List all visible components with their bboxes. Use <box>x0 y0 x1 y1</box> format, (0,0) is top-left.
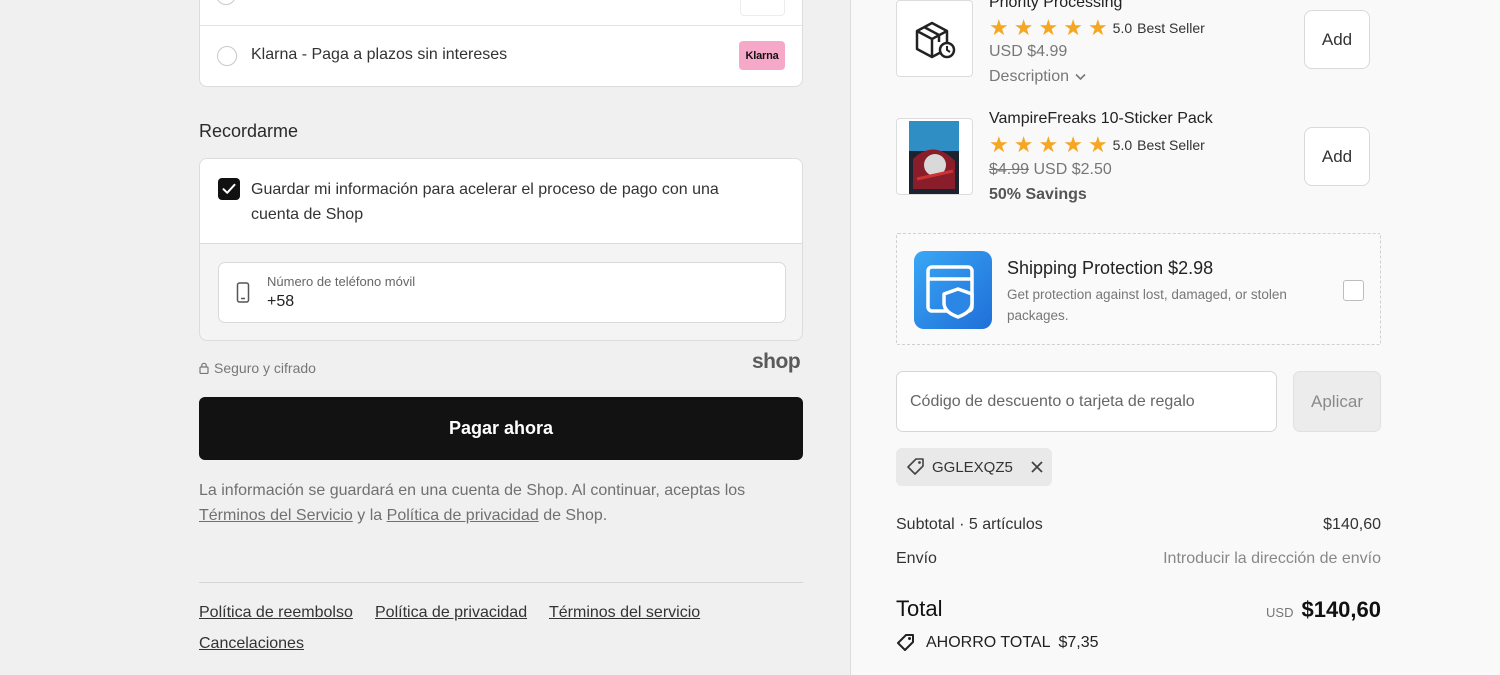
applied-discount-chip: GGLEXQZ5 <box>896 448 1052 486</box>
total-currency: USD <box>1266 605 1294 620</box>
payment-option-previous[interactable] <box>200 0 802 26</box>
shipping-value: Introducir la dirección de envío <box>1163 550 1381 567</box>
star-icon: ★ <box>1087 132 1108 157</box>
star-icon: ★ <box>989 15 1009 40</box>
rating-value: 5.0 <box>1112 137 1133 153</box>
remember-me-checkbox[interactable] <box>218 178 240 200</box>
payment-options-box: Klarna - Paga a plazos sin intereses Kla… <box>199 0 803 87</box>
star-icon: ★ <box>989 132 1009 157</box>
star-icon: ★ <box>1063 132 1083 157</box>
mobile-phone-input[interactable]: +58 <box>267 293 294 311</box>
discount-code-input[interactable]: Código de descuento o tarjeta de regalo <box>896 371 1277 432</box>
klarna-radio[interactable] <box>217 46 237 66</box>
shipping-protection-description: Get protection against lost, damaged, or… <box>1007 287 1287 323</box>
star-icon: ★ <box>1013 15 1034 40</box>
legal-text: La información se guardará en una cuenta… <box>199 482 746 499</box>
total-amount: $140,60 <box>1301 597 1381 622</box>
remember-section-title: Recordarme <box>199 121 299 141</box>
product-rating: ★ ★ ★ ★ ★ 5.0 Best Seller <box>989 17 1205 39</box>
add-priority-processing-button[interactable]: Add <box>1304 10 1370 69</box>
terms-of-service-link[interactable]: Términos del Servicio <box>199 507 353 524</box>
best-seller-badge: Best Seller <box>1137 20 1205 36</box>
mobile-phone-icon <box>236 282 250 303</box>
secure-encrypted-note: Seguro y cifrado <box>199 360 316 376</box>
rating-value: 5.0 <box>1112 20 1133 36</box>
shop-logo: shop <box>752 350 801 373</box>
tag-savings-icon <box>897 634 914 651</box>
savings-label: AHORRO TOTAL <box>926 634 1051 651</box>
total-label: Total <box>896 596 943 621</box>
mobile-phone-label: Número de teléfono móvil <box>267 274 416 289</box>
mobile-phone-field[interactable]: Número de teléfono móvil +58 <box>218 262 786 323</box>
subtotal-value: $140,60 <box>1323 516 1381 533</box>
package-clock-icon <box>915 21 956 59</box>
klarna-option-label[interactable]: Klarna - Paga a plazos sin intereses <box>251 46 507 64</box>
discount-code: GGLEXQZ5 <box>932 458 1013 476</box>
payment-option-badge <box>740 0 785 16</box>
remember-me-box: Guardar mi información para acelerar el … <box>199 158 803 341</box>
shipping-protection-card[interactable]: Shipping Protection $2.98 Get protection… <box>896 233 1381 345</box>
original-price: $4.99 <box>989 161 1030 178</box>
privacy-policy-link[interactable]: Política de privacidad <box>387 507 539 524</box>
footer-link-privacy-policy[interactable]: Política de privacidad <box>375 604 527 622</box>
product-price-row: $4.99 USD $2.50 <box>989 161 1112 179</box>
shipping-protection-title: Shipping Protection $2.98 <box>1007 258 1214 278</box>
lock-icon <box>199 362 209 374</box>
remember-me-row[interactable]: Guardar mi información para acelerar el … <box>200 159 802 244</box>
chevron-down-icon <box>1075 73 1086 81</box>
legal-conjunction: y la <box>357 507 383 524</box>
sale-price: USD $2.50 <box>1033 161 1112 178</box>
remember-me-label: Guardar mi información para acelerar el … <box>251 181 719 223</box>
subtotal-label: Subtotal · 5 artículos <box>896 516 1043 533</box>
shipping-protection-icon <box>914 251 992 329</box>
shipping-label: Envío <box>896 550 937 567</box>
footer-link-refund-policy[interactable]: Política de reembolso <box>199 604 353 622</box>
total-value: USD $140,60 <box>1266 597 1381 623</box>
savings-label: 50% Savings <box>989 186 1087 203</box>
footer-link-cancellations[interactable]: Cancelaciones <box>199 635 304 653</box>
product-name: VampireFreaks 10-Sticker Pack <box>989 110 1213 127</box>
star-icon: ★ <box>1038 15 1059 40</box>
best-seller-badge: Best Seller <box>1137 137 1205 153</box>
product-price: USD $4.99 <box>989 43 1068 60</box>
star-icon: ★ <box>1013 132 1034 157</box>
klarna-logo: Klarna <box>739 41 785 70</box>
total-savings: AHORRO TOTAL $7,35 <box>896 633 1099 653</box>
add-sticker-pack-button[interactable]: Add <box>1304 127 1370 186</box>
payment-option-radio[interactable] <box>216 0 236 5</box>
checkmark-icon <box>222 183 236 194</box>
sticker-pack-image <box>909 121 959 194</box>
checkout-main-column: Klarna - Paga a plazos sin intereses Kla… <box>0 0 850 675</box>
legal-text-end: de Shop. <box>543 507 608 524</box>
remove-discount-icon[interactable] <box>1029 459 1045 475</box>
product-thumbnail-priority-processing <box>896 0 973 77</box>
shipping-protection-checkbox[interactable] <box>1343 280 1364 301</box>
star-icon: ★ <box>1087 15 1108 40</box>
savings-value: $7,35 <box>1058 634 1099 651</box>
product-rating: ★ ★ ★ ★ ★ 5.0 Best Seller <box>989 134 1205 156</box>
footer-divider <box>199 582 803 583</box>
secure-text: Seguro y cifrado <box>214 360 316 376</box>
footer-link-terms-of-service[interactable]: Términos del servicio <box>549 604 700 622</box>
product-name: Priority Processing <box>989 0 1123 11</box>
tag-icon <box>907 458 924 475</box>
product-description-toggle[interactable]: Description <box>989 68 1086 86</box>
apply-discount-button[interactable]: Aplicar <box>1293 371 1381 432</box>
star-icon: ★ <box>1063 15 1083 40</box>
star-icon: ★ <box>1038 132 1059 157</box>
legal-notice: La información se guardará en una cuenta… <box>199 478 809 528</box>
product-thumbnail-sticker-pack <box>896 118 973 195</box>
pay-now-button[interactable]: Pagar ahora <box>199 397 803 460</box>
description-label: Description <box>989 68 1070 85</box>
